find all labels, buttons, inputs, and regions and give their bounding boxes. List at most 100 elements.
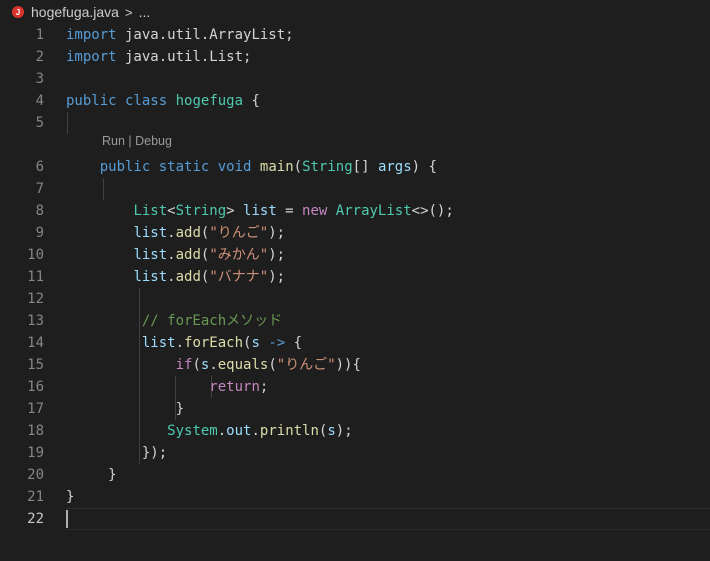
code-token: list bbox=[133, 225, 168, 241]
code-token: "みかん" bbox=[209, 247, 269, 263]
code-line[interactable]: 13 // forEachメソッド bbox=[0, 310, 710, 332]
code-token: forEach bbox=[184, 335, 244, 351]
code-line[interactable]: 9 list.add("りんご"); bbox=[0, 222, 710, 244]
code-token: list bbox=[243, 203, 277, 219]
code-token: String bbox=[175, 203, 227, 219]
line-number: 6 bbox=[35, 159, 44, 175]
line-number: 3 bbox=[35, 71, 44, 87]
code-token: s bbox=[327, 423, 336, 439]
line-number: 5 bbox=[35, 115, 44, 131]
code-editor[interactable]: J hogefuga.java > ... 1 import java.util… bbox=[0, 0, 710, 561]
code-line[interactable]: 4 public class hogefuga { bbox=[0, 90, 710, 112]
code-line[interactable]: 1 import java.util.ArrayList; bbox=[0, 24, 710, 46]
code-token: args bbox=[377, 159, 412, 175]
chevron-right-icon: > bbox=[124, 4, 133, 20]
line-number: 20 bbox=[27, 467, 44, 483]
breadcrumb-more[interactable]: ... bbox=[139, 4, 151, 20]
code-token: . bbox=[167, 247, 176, 263]
line-number: 13 bbox=[27, 313, 44, 329]
code-token: equals bbox=[217, 357, 269, 373]
code-token: < bbox=[167, 203, 176, 219]
code-token: ) { bbox=[411, 159, 437, 175]
code-token: add bbox=[175, 269, 201, 285]
text-cursor bbox=[66, 510, 68, 528]
run-debug-codelens[interactable]: Run | Debug bbox=[102, 134, 172, 148]
line-number: 7 bbox=[35, 181, 44, 197]
code-line[interactable]: 14 list.forEach(s -> { bbox=[0, 332, 710, 354]
line-number: 15 bbox=[27, 357, 44, 373]
code-token: . bbox=[167, 269, 176, 285]
code-line[interactable]: 17 } bbox=[0, 398, 710, 420]
code-token: ( bbox=[192, 357, 201, 373]
code-token: java.util.List; bbox=[116, 49, 252, 65]
code-token: new bbox=[302, 203, 328, 219]
code-line[interactable]: 18 System.out.println(s); bbox=[0, 420, 710, 442]
code-line[interactable]: 8 List<String> list = new ArrayList<>(); bbox=[0, 200, 710, 222]
code-line[interactable]: 21 } bbox=[0, 486, 710, 508]
code-line[interactable]: 2 import java.util.List; bbox=[0, 46, 710, 68]
line-number: 12 bbox=[27, 291, 44, 307]
code-token: "バナナ" bbox=[209, 269, 269, 285]
code-token: out bbox=[226, 423, 252, 439]
code-token: }); bbox=[141, 445, 168, 461]
code-line[interactable]: 16 return; bbox=[0, 376, 710, 398]
code-token: "りんご" bbox=[276, 357, 336, 373]
code-token: String bbox=[302, 159, 353, 175]
code-token: <>(); bbox=[411, 203, 454, 219]
code-token: -> bbox=[268, 335, 286, 351]
code-token: s bbox=[251, 335, 260, 351]
current-line-highlight bbox=[66, 508, 710, 530]
code-token: static bbox=[158, 159, 210, 175]
current-code-line[interactable]: 22 bbox=[0, 508, 710, 530]
code-token: } bbox=[108, 467, 117, 483]
code-token: ); bbox=[335, 423, 353, 439]
code-token: ( bbox=[268, 357, 277, 373]
code-line[interactable]: 6 public static void main(String[] args)… bbox=[0, 156, 710, 178]
code-line[interactable]: 19 }); bbox=[0, 442, 710, 464]
java-file-icon: J bbox=[12, 6, 24, 18]
code-token: add bbox=[175, 247, 201, 263]
code-token: list bbox=[133, 247, 168, 263]
code-line[interactable]: 20 } bbox=[0, 464, 710, 486]
line-number: 1 bbox=[35, 27, 44, 43]
codelens-row: Run | Debug bbox=[0, 134, 710, 156]
code-token: main bbox=[259, 159, 294, 175]
code-token: import bbox=[66, 49, 117, 65]
code-line[interactable]: 10 list.add("みかん"); bbox=[0, 244, 710, 266]
code-token: return bbox=[209, 379, 260, 395]
code-token: ); bbox=[268, 225, 286, 241]
code-token: ; bbox=[259, 379, 269, 395]
code-token: List bbox=[133, 203, 168, 219]
code-line[interactable]: 12 bbox=[0, 288, 710, 310]
code-token: > bbox=[226, 203, 244, 219]
code-token: )){ bbox=[335, 357, 361, 373]
code-line[interactable]: 3 bbox=[0, 68, 710, 90]
code-token: . bbox=[217, 423, 227, 439]
breadcrumb-filename[interactable]: hogefuga.java bbox=[31, 4, 119, 20]
code-token: public bbox=[66, 93, 117, 109]
line-number: 19 bbox=[27, 445, 44, 461]
code-token: } bbox=[175, 401, 185, 417]
line-number: 10 bbox=[27, 247, 44, 263]
code-area[interactable]: 1 import java.util.ArrayList; 2 import j… bbox=[0, 24, 710, 530]
code-line[interactable]: 7 bbox=[0, 178, 710, 200]
code-token: [] bbox=[352, 159, 378, 175]
code-token: ); bbox=[268, 247, 286, 263]
code-token: . bbox=[251, 423, 260, 439]
code-line[interactable]: 5 bbox=[0, 112, 710, 134]
code-line[interactable]: 11 list.add("バナナ"); bbox=[0, 266, 710, 288]
code-token: "りんご" bbox=[209, 225, 269, 241]
code-token: list bbox=[141, 335, 176, 351]
code-comment: // forEachメソッド bbox=[141, 313, 283, 329]
line-number: 9 bbox=[35, 225, 44, 241]
line-number: 8 bbox=[35, 203, 44, 219]
code-token: ( bbox=[293, 159, 303, 175]
line-number: 21 bbox=[27, 489, 44, 505]
code-token: = bbox=[276, 203, 303, 219]
code-token: hogefuga bbox=[175, 93, 244, 109]
code-line[interactable]: 15 if(s.equals("りんご")){ bbox=[0, 354, 710, 376]
code-token: { bbox=[285, 335, 303, 351]
